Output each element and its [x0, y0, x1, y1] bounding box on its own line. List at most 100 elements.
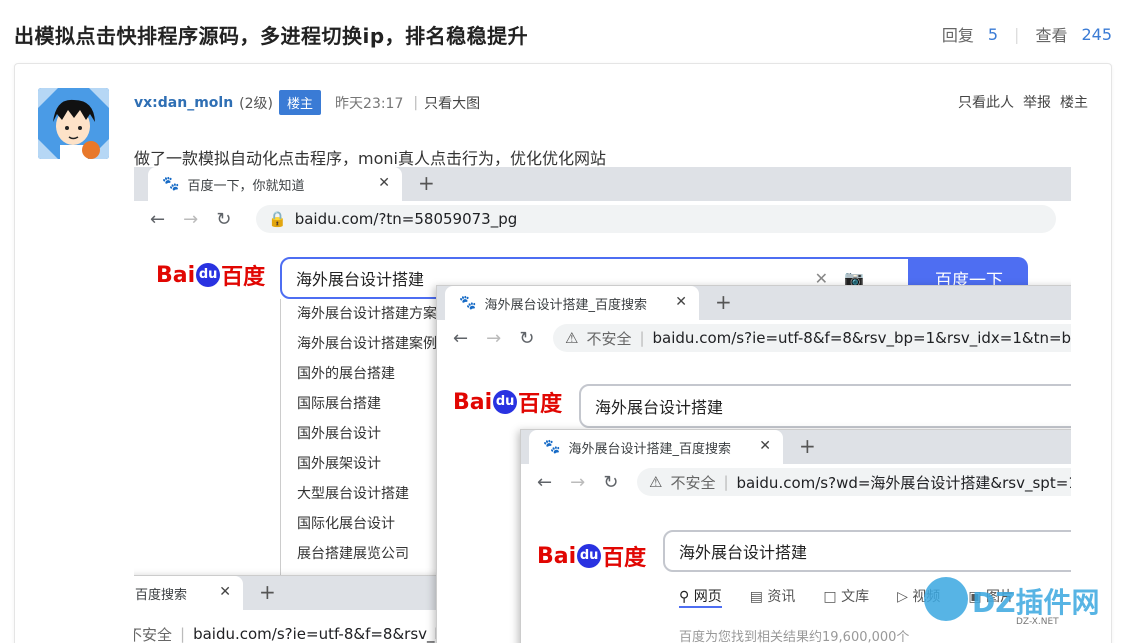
avatar-image [38, 88, 109, 159]
warning-icon: ⚠ [565, 329, 579, 347]
baidu-logo: Bai du 百度 [453, 386, 562, 418]
reload-icon: ↻ [603, 471, 619, 493]
close-icon: ✕ [675, 294, 687, 310]
tab-title: 海外展台设计搭建_百度搜索 [568, 441, 731, 457]
browser-tab: 🐾 海外展台设计搭建_百度搜索 ✕ [445, 286, 699, 320]
suggestion-item: 展台搭建展览公司 [297, 546, 409, 562]
logo-bai: Bai [156, 262, 196, 288]
search-value: 海外展台设计搭建 [679, 543, 808, 562]
url-divider: | [639, 329, 645, 347]
logo-du: du [196, 263, 221, 287]
browser-tab: 🐾 海外展台设计搭建_百度搜索 ✕ [529, 430, 783, 464]
baidu-paw-icon: 🐾 [543, 439, 561, 455]
nav-buttons: ← → ↻ [537, 472, 618, 493]
tab-label: 资讯 [767, 589, 796, 605]
op-badge: 楼主 [279, 90, 322, 115]
url-divider: | [180, 625, 186, 643]
only-big-image-link[interactable]: 只看大图 [424, 93, 480, 113]
search-input: 海外展台设计搭建 [663, 530, 1071, 572]
suggestion-item: 国外展架设计 [297, 456, 381, 472]
reply-count: 5 [987, 24, 999, 44]
close-icon: ✕ [759, 438, 771, 454]
back-icon: ← [537, 471, 553, 493]
suggestion-item: 海外展台设计搭建案例 [297, 336, 437, 352]
forward-icon: → [570, 471, 586, 493]
insecure-label: 不安全 [134, 625, 173, 643]
report-link[interactable]: 举报 [1023, 92, 1051, 112]
tab-title: 百度一下，你就知道 [187, 178, 305, 194]
new-tab-icon: + [418, 171, 435, 195]
logo-du: du [493, 390, 518, 414]
tab-label: 文库 [841, 589, 870, 605]
tab-wenku: □ 文库 [823, 589, 870, 605]
search-input: 海外展台设计搭建 [579, 384, 1071, 428]
url-field: 🔒 baidu.com/?tn=58059073_pg [256, 205, 1056, 233]
back-icon: ← [150, 208, 166, 230]
stats-divider: | [1014, 24, 1020, 44]
tab-title: 百度搜索 [135, 587, 188, 603]
url-field: ⚠ 不安全 | baidu.com/s?wd=海外展台设计搭建&rsv_spt=… [637, 468, 1071, 496]
baidu-paw-icon: 🐾 [162, 176, 180, 192]
meta-divider: | [413, 94, 419, 111]
logo-du: du [577, 544, 602, 568]
post-meta: vx:dan_moln (2级) 楼主 昨天23:17 | 只看大图 [134, 90, 480, 115]
url-text: baidu.com/?tn=58059073_pg [294, 210, 518, 228]
nav-buttons: ← → ↻ [150, 209, 231, 230]
suggestion-item: 大型展台设计搭建 [297, 486, 409, 502]
baidu-logo: Bai du 百度 [156, 259, 265, 291]
tab-label: 网页 [693, 589, 722, 605]
forward-icon: → [183, 208, 199, 230]
back-icon: ← [453, 327, 469, 349]
page: 出模拟点击快排程序源码，多进程切换ip，排名稳稳提升 回复 5 | 查看 245… [0, 0, 1124, 643]
username-link[interactable]: vx:dan_moln [134, 95, 233, 111]
suggestion-item: 国际展台搭建 [297, 396, 381, 412]
post-actions: 只看此人 举报 楼主 [958, 92, 1088, 112]
view-label: 查看 [1035, 26, 1068, 45]
suggestion-item: 国外的展台搭建 [297, 366, 395, 382]
logo-cn: 百度 [221, 265, 266, 290]
logo-cn: 百度 [602, 546, 647, 571]
new-tab-icon: + [799, 434, 816, 458]
logo-bai: Bai [453, 389, 493, 415]
browser-tab: 🐾 百度一下，你就知道 ✕ [148, 167, 402, 201]
logo-cn: 百度 [518, 392, 563, 417]
nav-buttons: ← → ↻ [453, 328, 534, 349]
only-this-user-link[interactable]: 只看此人 [958, 92, 1014, 112]
warning-icon: ⚠ [649, 473, 663, 491]
logo-bai: Bai [537, 543, 577, 569]
baidu-logo: Bai du 百度 [537, 540, 646, 572]
suggestion-item: 海外展台设计搭建方案 [297, 306, 437, 322]
avatar[interactable] [38, 88, 109, 159]
url-text: baidu.com/s?ie=utf-8&f=8&rsv_bp=1&rsv_id… [652, 329, 1071, 347]
watermark: DZ插件网 DZ-X.NET [924, 575, 1124, 643]
reload-icon: ↻ [519, 327, 535, 349]
view-count: 245 [1081, 24, 1112, 44]
close-icon: ✕ [378, 175, 390, 191]
insecure-label: 不安全 [586, 329, 632, 348]
url-divider: | [723, 473, 729, 491]
user-level: (2级) [239, 95, 274, 112]
tab-title: 海外展台设计搭建_百度搜索 [484, 297, 647, 313]
floor-label: 楼主 [1060, 95, 1088, 111]
search-value: 海外展台设计搭建 [595, 398, 724, 417]
new-tab-icon: + [715, 290, 732, 314]
post-image[interactable]: 🐾 百度一下，你就知道 ✕ + ← → ↻ 🔒 baidu.com/?tn=58… [134, 167, 1071, 643]
search-value: 海外展台设计搭建 [296, 270, 425, 289]
new-tab-icon: + [259, 580, 276, 604]
reply-label: 回复 [941, 26, 974, 45]
post-time: 昨天23:17 [335, 95, 404, 112]
thread-stats: 回复 5 | 查看 245 [942, 22, 1112, 46]
forward-icon: → [486, 327, 502, 349]
close-icon: ✕ [219, 584, 231, 600]
watermark-logo-icon [924, 577, 968, 621]
baidu-paw-icon: 🐾 [459, 295, 477, 311]
watermark-sub: DZ-X.NET [1016, 617, 1059, 627]
insecure-label: 不安全 [670, 473, 716, 492]
suggestion-item: 国外展台设计 [297, 426, 381, 442]
result-count: 百度为您找到相关结果约19,600,000个 [679, 630, 910, 643]
browser-tab: 百度搜索 ✕ [134, 576, 243, 610]
tab-web: ⚲ 网页 [679, 586, 722, 608]
thread-title: 出模拟点击快排程序源码，多进程切换ip，排名稳稳提升 [14, 24, 529, 48]
post-body: 做了一款模拟自动化点击程序，moni真人点击行为，优化优化网站 [134, 149, 606, 168]
reload-icon: ↻ [216, 208, 232, 230]
